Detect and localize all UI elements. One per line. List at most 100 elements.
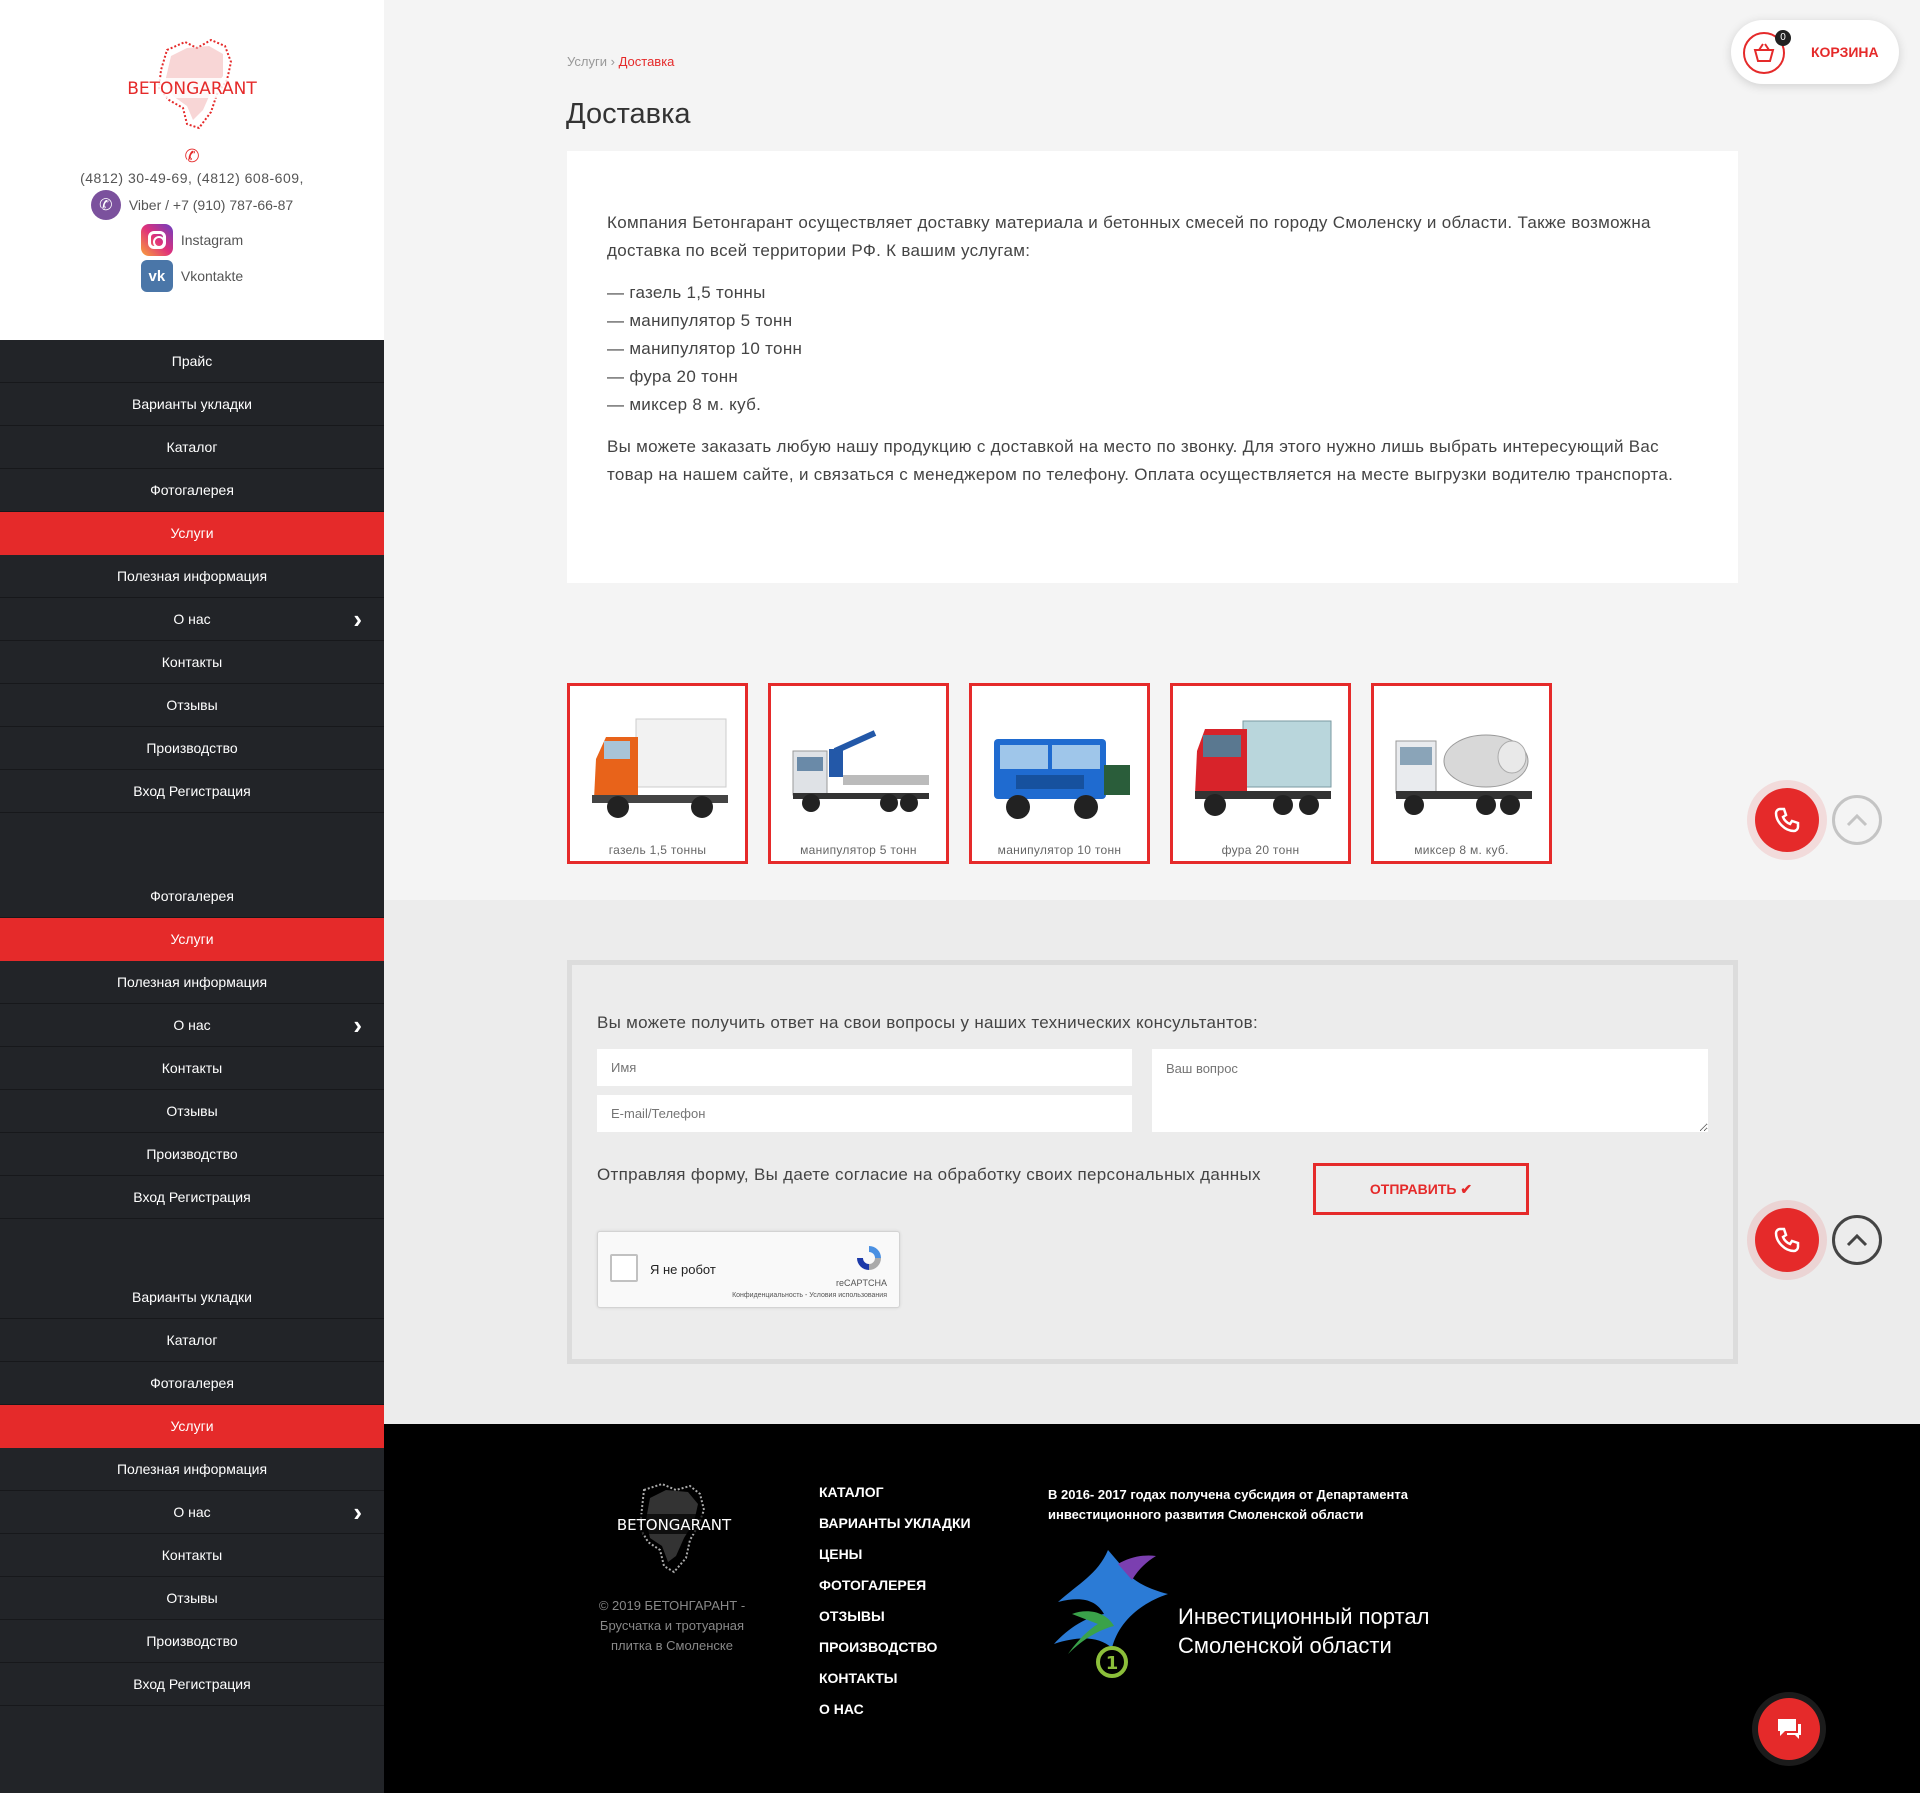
nav-item-layouts[interactable]: Варианты укладки: [0, 1276, 384, 1319]
phone-icon: [1774, 1227, 1800, 1253]
truck-caption: фура 20 тонн: [1221, 843, 1300, 857]
chat-button[interactable]: [1758, 1698, 1820, 1760]
vkontakte-link[interactable]: vk Vkontakte: [0, 260, 384, 292]
portal-emblem-digit: 1: [1106, 1653, 1119, 1674]
truck-card-gazelle[interactable]: газель 1,5 тонны: [567, 683, 748, 864]
brand-logo[interactable]: BETONGARANT: [107, 36, 277, 136]
nav-item-services[interactable]: Услуги: [0, 918, 384, 961]
subsidy-note: В 2016- 2017 годах получена субсидия от …: [1048, 1487, 1408, 1522]
viber-text: Viber / +7 (910) 787-66-87: [128, 197, 294, 213]
recaptcha-terms[interactable]: Конфиденциальность - Условия использован…: [732, 1292, 887, 1299]
check-icon: ✔: [1460, 1180, 1473, 1197]
nav-block-2: Фотогалерея Услуги Полезная информация О…: [0, 875, 384, 1219]
submit-label: ОТПРАВИТЬ: [1369, 1180, 1457, 1197]
footer-copyright: © 2019 БЕТОНГАРАНТ - Брусчатка и тротуар…: [598, 1598, 746, 1653]
breadcrumb-parent[interactable]: Услуги: [567, 54, 607, 69]
vk-icon: vk: [140, 260, 173, 292]
footer-link-layouts[interactable]: ВАРИАНТЫ УКЛАДКИ: [819, 1515, 971, 1546]
footer-link-catalog[interactable]: КАТАЛОГ: [819, 1484, 971, 1515]
nav-item-login[interactable]: Вход Регистрация: [0, 1176, 384, 1219]
truck-card-fura[interactable]: фура 20 тонн: [1170, 683, 1351, 864]
investment-portal-logo: 1: [1054, 1550, 1168, 1678]
nav-item-price[interactable]: Прайс: [0, 340, 384, 383]
instagram-link[interactable]: Instagram: [0, 224, 384, 256]
cart-button[interactable]: 0 КОРЗИНА: [1731, 20, 1899, 84]
callback-button[interactable]: [1755, 788, 1819, 852]
breadcrumb: Услуги › Доставка: [567, 54, 674, 69]
portal-line-1: Инвестиционный портал: [1178, 1604, 1430, 1629]
nav-item-gallery[interactable]: Фотогалерея: [0, 1362, 384, 1405]
nav-item-about-label: О нас: [173, 1017, 211, 1033]
recaptcha-checkbox[interactable]: [610, 1254, 638, 1282]
contact-phones: (4812) 30-49-69, (4812) 608-609,: [80, 170, 304, 186]
nav-item-reviews[interactable]: Отзывы: [0, 1577, 384, 1620]
portal-line-2: Смоленской области: [1178, 1633, 1392, 1658]
nav-block-3: Варианты укладки Каталог Фотогалерея Усл…: [0, 1276, 384, 1706]
instagram-icon: [140, 224, 173, 256]
nav-item-layouts[interactable]: Варианты укладки: [0, 383, 384, 426]
nav-item-useful-info[interactable]: Полезная информация: [0, 555, 384, 598]
chevron-right-icon[interactable]: ›: [353, 1491, 362, 1534]
truck-card-mixer[interactable]: миксер 8 м. куб.: [1371, 683, 1552, 864]
truck-caption: манипулятор 10 тонн: [997, 843, 1122, 857]
gazelle-truck-image: [592, 718, 728, 818]
viber-row[interactable]: ✆ Viber / +7 (910) 787-66-87: [0, 190, 384, 220]
nav-item-contacts[interactable]: Контакты: [0, 641, 384, 684]
nav-item-about[interactable]: О нас ›: [0, 598, 384, 641]
nav-item-login[interactable]: Вход Регистрация: [0, 1663, 384, 1706]
chevron-right-icon[interactable]: ›: [353, 598, 362, 641]
nav-item-gallery[interactable]: Фотогалерея: [0, 875, 384, 918]
nav-item-useful-info[interactable]: Полезная информация: [0, 1448, 384, 1491]
outro-text: Вы можете заказать любую нашу продукцию …: [607, 437, 1674, 484]
vkontakte-text: Vkontakte: [180, 268, 244, 284]
nav-item-catalog[interactable]: Каталог: [0, 426, 384, 469]
question-form-section: Вы можете получить ответ на свои вопросы…: [384, 900, 1920, 1424]
nav-item-contacts[interactable]: Контакты: [0, 1534, 384, 1577]
mixer-truck-image: [1395, 734, 1532, 815]
nav-item-production[interactable]: Производство: [0, 727, 384, 770]
footer-link-contacts[interactable]: КОНТАКТЫ: [819, 1670, 971, 1701]
breadcrumb-separator: ›: [610, 54, 615, 69]
nav-item-about[interactable]: О нас ›: [0, 1491, 384, 1534]
truck-card-manipulator-5[interactable]: манипулятор 5 тонн: [768, 683, 949, 864]
nav-item-catalog[interactable]: Каталог: [0, 1319, 384, 1362]
nav-item-production[interactable]: Производство: [0, 1133, 384, 1176]
nav-item-about[interactable]: О нас ›: [0, 1004, 384, 1047]
nav-item-login[interactable]: Вход Регистрация: [0, 770, 384, 813]
service-item: — манипулятор 5 тонн: [607, 311, 793, 330]
question-textarea[interactable]: [1152, 1049, 1708, 1132]
chevron-right-icon[interactable]: ›: [353, 1004, 362, 1047]
nav-item-services[interactable]: Услуги: [0, 512, 384, 555]
nav-item-reviews[interactable]: Отзывы: [0, 1090, 384, 1133]
nav-item-contacts[interactable]: Контакты: [0, 1047, 384, 1090]
footer-link-about[interactable]: О НАС: [819, 1701, 971, 1732]
chat-icon: [1778, 1719, 1801, 1739]
instagram-text: Instagram: [180, 232, 244, 248]
truck-caption: манипулятор 5 тонн: [800, 843, 917, 857]
submit-button[interactable]: ОТПРАВИТЬ ✔: [1313, 1163, 1529, 1215]
scroll-top-button[interactable]: [1832, 1215, 1882, 1265]
footer-logo[interactable]: BETONGARANT: [604, 1480, 744, 1580]
recaptcha-icon: [857, 1246, 881, 1270]
name-input[interactable]: [597, 1049, 1132, 1086]
footer-link-prices[interactable]: ЦЕНЫ: [819, 1546, 971, 1577]
callback-button[interactable]: [1755, 1208, 1819, 1272]
nav-item-useful-info[interactable]: Полезная информация: [0, 961, 384, 1004]
email-phone-input[interactable]: [597, 1095, 1132, 1132]
recaptcha-widget: Я не робот reCAPTCHA Конфиденциальность …: [597, 1231, 900, 1308]
footer-link-production[interactable]: ПРОИЗВОДСТВО: [819, 1639, 971, 1670]
investment-portal-link[interactable]: 1 Инвестиционный портал Смоленской облас…: [1048, 1544, 1429, 1689]
footer-link-reviews[interactable]: ОТЗЫВЫ: [819, 1608, 971, 1639]
scroll-top-button[interactable]: [1832, 795, 1882, 845]
sidebar: BETONGARANT ✆ (4812) 30-49-69, (4812) 60…: [0, 0, 384, 1793]
nav-item-production[interactable]: Производство: [0, 1620, 384, 1663]
nav-item-reviews[interactable]: Отзывы: [0, 684, 384, 727]
truck-card-manipulator-10[interactable]: манипулятор 10 тонн: [969, 683, 1150, 864]
recaptcha-brand: reCAPTCHA: [835, 1278, 887, 1288]
nav-item-gallery[interactable]: Фотогалерея: [0, 469, 384, 512]
footer-link-gallery[interactable]: ФОТОГАЛЕРЕЯ: [819, 1577, 971, 1608]
logo-text: BETONGARANT: [127, 79, 257, 99]
page-title: Доставка: [566, 98, 691, 130]
nav-item-services[interactable]: Услуги: [0, 1405, 384, 1448]
